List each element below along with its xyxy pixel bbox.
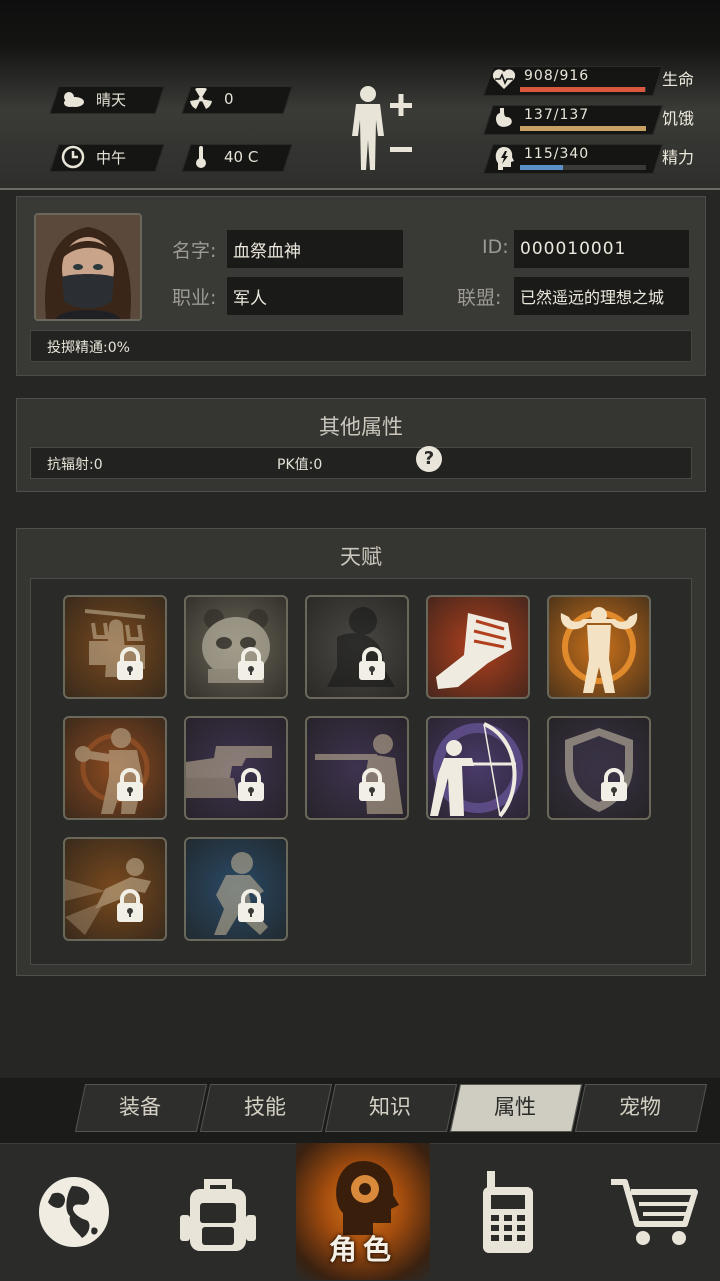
radiation-status: 0 — [188, 86, 234, 112]
talent-fist[interactable] — [426, 595, 530, 699]
name-field: 血祭血神 — [227, 230, 403, 268]
id-field: 000010001 — [514, 230, 689, 268]
hp-value: 908/916 — [524, 68, 590, 84]
talent-porter[interactable] — [63, 595, 167, 699]
nav-backpack[interactable] — [148, 1143, 288, 1280]
talent-archer[interactable] — [426, 716, 530, 820]
energy-label: 精力 — [662, 148, 695, 167]
tab-equipment[interactable]: 装备 — [80, 1084, 200, 1130]
body-status-button[interactable] — [344, 84, 420, 174]
tab-skills[interactable]: 技能 — [205, 1084, 325, 1130]
body-figure-icon — [352, 86, 412, 170]
weather-status: 晴天 — [60, 86, 126, 112]
energy-bar-fill — [520, 165, 563, 170]
other-attributes-title: 其他属性 — [319, 415, 403, 439]
help-icon[interactable]: ? — [416, 446, 442, 472]
walkie-talkie-icon — [483, 1170, 533, 1253]
talent-pistol[interactable] — [184, 716, 288, 820]
nav-radio[interactable] — [438, 1143, 578, 1280]
talent-boxer[interactable] — [63, 716, 167, 820]
flexing-man-icon — [560, 607, 638, 693]
radiation-icon — [188, 86, 214, 112]
anti-radiation-text: 抗辐射:0 — [47, 457, 103, 473]
alliance-field[interactable]: 已然遥远的理想之城 — [514, 277, 689, 315]
talents-title: 天赋 — [340, 545, 382, 569]
pk-value-text: PK值:0 — [277, 457, 323, 473]
vital-stats: 908/916 生命 137/137 饥饿 115/340 精力 — [482, 66, 712, 182]
nav-shop[interactable] — [584, 1143, 720, 1280]
hunger-label: 饥饿 — [662, 109, 695, 128]
hunger-bar — [520, 126, 646, 131]
temperature-value: 40 C — [224, 148, 259, 166]
other-attributes-row: 抗辐射:0 PK值:0 — [30, 447, 692, 479]
masked-woman-portrait-icon — [36, 215, 140, 319]
name-label: 名字: — [172, 240, 217, 262]
stomach-icon — [494, 107, 514, 133]
energy-bar — [520, 165, 646, 170]
talent-crouch[interactable] — [184, 837, 288, 941]
clock-icon — [60, 144, 86, 170]
energy-value: 115/340 — [524, 146, 590, 162]
job-field: 军人 — [227, 277, 403, 315]
talent-shield[interactable] — [547, 716, 651, 820]
time-status: 中午 — [60, 144, 126, 170]
globe-icon — [37, 1174, 111, 1249]
punch-fist-icon — [436, 613, 512, 689]
tab-pets[interactable]: 宠物 — [580, 1084, 700, 1130]
nav-world[interactable] — [4, 1143, 144, 1280]
throw-mastery-text: 投掷精通:0% — [47, 340, 130, 356]
talent-kick[interactable] — [63, 837, 167, 941]
energy-head-icon — [494, 146, 514, 174]
thermometer-icon — [188, 144, 214, 170]
backpack-icon — [180, 1178, 256, 1251]
tab-knowledge[interactable]: 知识 — [330, 1084, 450, 1130]
hunger-bar-fill — [520, 126, 646, 131]
alliance-label: 联盟: — [457, 287, 502, 309]
hp-label: 生命 — [662, 70, 695, 89]
tab-attributes[interactable]: 属性 — [455, 1084, 575, 1130]
throw-mastery-row: 投掷精通:0% — [30, 330, 692, 362]
heart-pulse-icon — [492, 68, 516, 94]
time-text: 中午 — [96, 148, 127, 167]
radiation-value: 0 — [224, 90, 234, 108]
weather-text: 晴天 — [96, 90, 127, 109]
archer-icon — [430, 722, 523, 818]
cart-icon — [611, 1178, 698, 1245]
temperature-status: 40 C — [188, 144, 258, 170]
nav-role-label: 角色 — [328, 1233, 397, 1266]
talent-strongman[interactable] — [547, 595, 651, 699]
talent-panda[interactable] — [184, 595, 288, 699]
cloud-sun-icon — [60, 86, 86, 112]
talent-rifle[interactable] — [305, 716, 409, 820]
job-label: 职业: — [172, 287, 217, 309]
avatar[interactable] — [34, 213, 142, 321]
id-label: ID: — [482, 236, 509, 258]
talent-shadow[interactable] — [305, 595, 409, 699]
hp-bar — [520, 87, 646, 92]
hp-bar-fill — [520, 87, 645, 92]
hunger-value: 137/137 — [524, 107, 590, 123]
